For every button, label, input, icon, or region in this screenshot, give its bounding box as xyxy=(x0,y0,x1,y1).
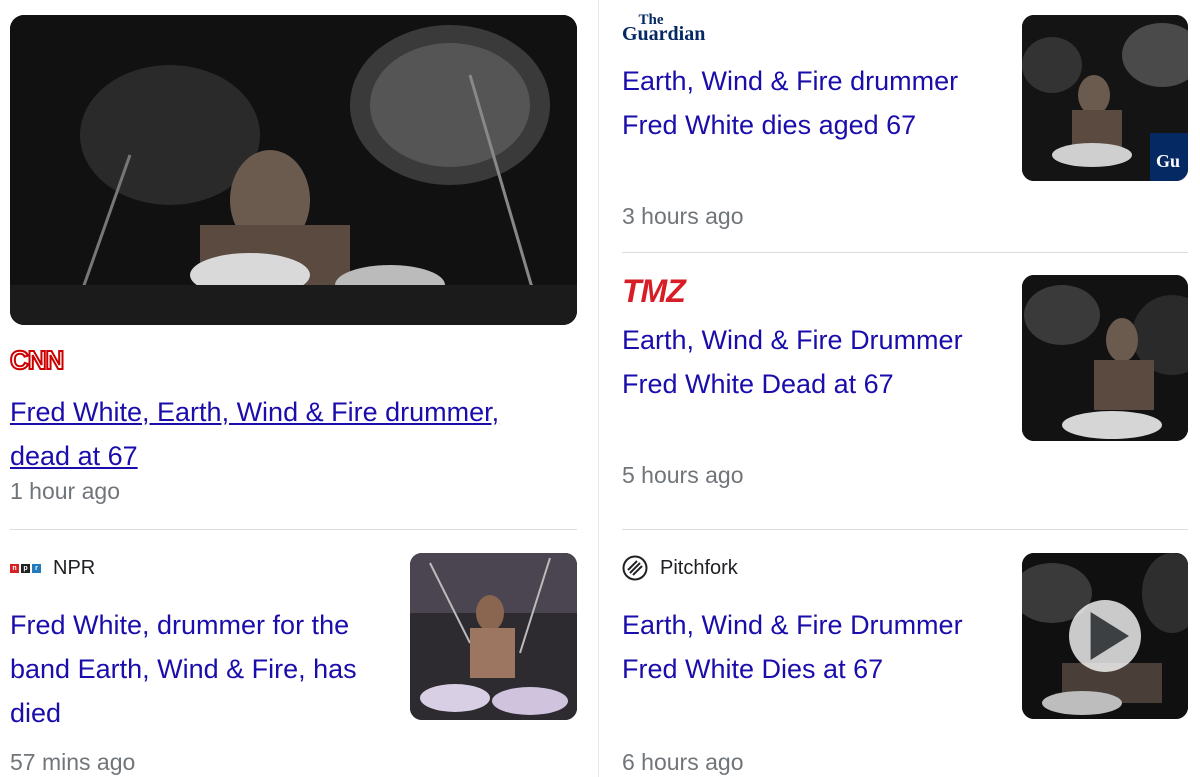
source-row: TMZ xyxy=(622,272,1002,309)
article-guardian[interactable]: The Guardian Earth, Wind & Fire drummer … xyxy=(622,13,1002,231)
source-name: Pitchfork xyxy=(660,556,738,579)
guardian-mark: Gu xyxy=(1156,151,1181,171)
article-headline[interactable]: Fred White, Earth, Wind & Fire drummer, … xyxy=(10,390,530,478)
column-divider xyxy=(598,0,599,777)
drummer-photo xyxy=(1022,275,1188,441)
article-tmz-thumbnail[interactable] xyxy=(1022,275,1188,441)
drummer-photo xyxy=(10,15,577,325)
article-guardian-thumbnail[interactable]: Gu xyxy=(1022,15,1188,181)
pitchfork-icon xyxy=(622,555,648,581)
article-cnn[interactable]: CNN Fred White, Earth, Wind & Fire drumm… xyxy=(9,344,570,506)
source-row: n p r NPR xyxy=(10,553,400,583)
article-npr[interactable]: n p r NPR Fred White, drummer for the ba… xyxy=(10,553,400,777)
guardian-logo: The Guardian xyxy=(622,12,706,45)
article-tmz[interactable]: TMZ Earth, Wind & Fire Drummer Fred Whit… xyxy=(622,272,1002,490)
divider xyxy=(622,252,1188,253)
tmz-logo: TMZ xyxy=(622,272,686,309)
drummer-photo xyxy=(410,553,577,720)
article-cnn-image[interactable] xyxy=(10,15,577,325)
divider xyxy=(10,529,577,530)
play-video-button[interactable] xyxy=(1069,600,1141,672)
article-headline[interactable]: Earth, Wind & Fire drummer Fred White di… xyxy=(622,59,1002,147)
article-pitchfork[interactable]: Pitchfork Earth, Wind & Fire Drummer Fre… xyxy=(622,553,1002,777)
article-time: 6 hours ago xyxy=(622,749,744,775)
divider xyxy=(622,529,1188,530)
article-time: 5 hours ago xyxy=(622,462,744,488)
npr-logo: n p r xyxy=(10,563,41,573)
source-row: CNN xyxy=(9,344,570,376)
article-time: 57 mins ago xyxy=(10,749,136,775)
article-time: 1 hour ago xyxy=(10,478,120,504)
source-row: Pitchfork xyxy=(622,553,1002,583)
article-pitchfork-thumbnail[interactable] xyxy=(1022,553,1188,719)
article-time: 3 hours ago xyxy=(622,203,744,229)
article-headline[interactable]: Fred White, drummer for the band Earth, … xyxy=(10,603,400,735)
source-name: NPR xyxy=(53,556,96,579)
article-headline[interactable]: Earth, Wind & Fire Drummer Fred White Di… xyxy=(622,603,1002,691)
play-icon xyxy=(1090,612,1129,660)
article-headline[interactable]: Earth, Wind & Fire Drummer Fred White De… xyxy=(622,318,1002,406)
cnn-logo: CNN xyxy=(9,344,65,376)
article-npr-thumbnail[interactable] xyxy=(410,553,577,720)
